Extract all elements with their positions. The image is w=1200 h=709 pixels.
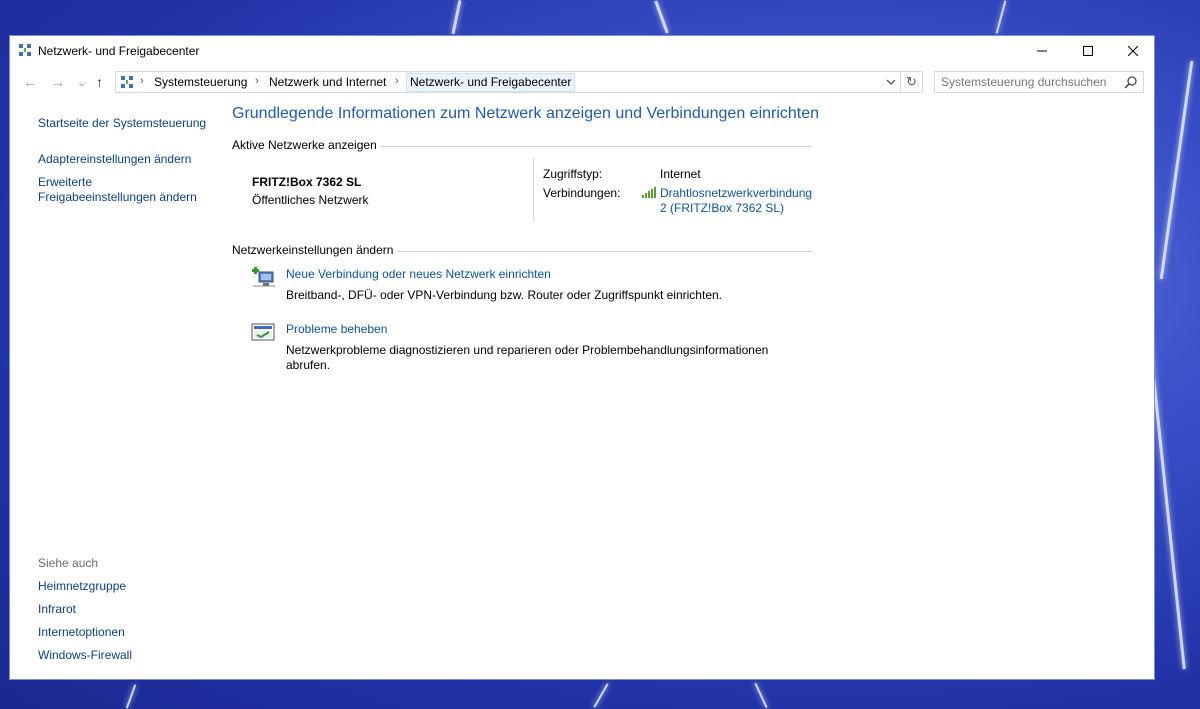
wallpaper-lightning xyxy=(125,684,137,709)
network-sharing-center-window: Netzwerk- und Freigabecenter ← → ⌄ ↑ › S… xyxy=(9,35,1155,680)
search-icon[interactable] xyxy=(1124,75,1138,89)
address-bar-row: ← → ⌄ ↑ › Systemsteuerung › Netzwerk und… xyxy=(10,68,1154,96)
new-connection-link[interactable]: Neue Verbindung oder neues Netzwerk einr… xyxy=(286,267,551,281)
breadcrumb-current[interactable]: Netzwerk- und Freigabecenter xyxy=(406,73,576,92)
control-panel-icon xyxy=(121,76,133,88)
sidebar-item-startseite[interactable]: Startseite der Systemsteuerung xyxy=(38,116,206,131)
breadcrumb-separator: › xyxy=(395,75,399,87)
network-name: FRITZ!Box 7362 SL xyxy=(252,175,362,189)
back-button[interactable]: ← xyxy=(23,74,37,90)
wallpaper-lightning xyxy=(754,682,768,709)
network-type[interactable]: Öffentliches Netzwerk xyxy=(252,193,369,207)
sidebar-item-freigabe-line2: Freigabeeinstellungen ändern xyxy=(38,190,197,204)
sidebar-item-adapter[interactable]: Adaptereinstellungen ändern xyxy=(38,152,191,167)
connections-label: Verbindungen: xyxy=(543,186,621,200)
troubleshoot-description-line1: Netzwerkprobleme diagnostizieren und rep… xyxy=(286,343,769,357)
change-settings-title: Netzwerkeinstellungen ändern xyxy=(232,243,394,257)
see-also-heimnetzgruppe[interactable]: Heimnetzgruppe xyxy=(38,579,126,594)
connection-link-line2: 2 (FRITZ!Box 7362 SL) xyxy=(660,201,785,215)
sidebar-item-freigabe[interactable]: Erweiterte Freigabeeinstellungen ändern xyxy=(38,175,197,205)
access-type-value: Internet xyxy=(660,167,701,181)
page-title: Grundlegende Informationen zum Netzwerk … xyxy=(232,105,820,122)
close-icon xyxy=(1128,46,1138,56)
forward-button[interactable]: → xyxy=(51,74,65,90)
see-also-firewall[interactable]: Windows-Firewall xyxy=(38,648,132,663)
wallpaper-lightning xyxy=(593,683,609,708)
breadcrumb-separator: › xyxy=(140,75,144,87)
search-box[interactable] xyxy=(934,71,1144,93)
divider xyxy=(397,251,812,252)
title-bar[interactable]: Netzwerk- und Freigabecenter xyxy=(10,36,1154,66)
troubleshoot-link[interactable]: Probleme beheben xyxy=(286,322,387,336)
active-networks-title: Aktive Netzwerke anzeigen xyxy=(232,138,377,152)
minimize-button[interactable] xyxy=(1019,36,1065,66)
minimize-icon xyxy=(1037,50,1047,52)
network-center-icon xyxy=(19,44,31,56)
wallpaper-lightning xyxy=(654,0,669,34)
wifi-signal-icon xyxy=(642,187,656,198)
maximize-button[interactable] xyxy=(1065,36,1111,66)
see-also-internetoptionen[interactable]: Internetoptionen xyxy=(38,625,125,640)
maximize-icon xyxy=(1083,46,1093,56)
troubleshoot-description-line2: abrufen. xyxy=(286,358,331,372)
refresh-button[interactable]: ↻ xyxy=(901,71,923,93)
window-title: Netzwerk- und Freigabecenter xyxy=(38,44,200,58)
breadcrumb-netzwerk-internet[interactable]: Netzwerk und Internet xyxy=(269,75,386,89)
troubleshoot-icon xyxy=(251,323,275,341)
wallpaper-lightning xyxy=(995,0,1007,34)
wallpaper-lightning xyxy=(1159,60,1194,280)
breadcrumb-separator: › xyxy=(255,75,259,87)
connection-link[interactable]: Drahtlosnetzwerkverbindung 2 (FRITZ!Box … xyxy=(660,186,812,216)
new-connection-icon xyxy=(252,267,275,287)
up-button[interactable]: ↑ xyxy=(96,74,103,90)
close-button[interactable] xyxy=(1110,36,1156,66)
divider xyxy=(380,146,812,147)
chevron-down-icon[interactable] xyxy=(886,78,896,86)
see-also-title: Siehe auch xyxy=(38,556,99,570)
divider xyxy=(533,158,534,222)
access-type-label: Zugriffstyp: xyxy=(543,167,603,181)
recent-locations-button[interactable]: ⌄ xyxy=(77,76,86,89)
connection-link-line1: Drahtlosnetzwerkverbindung xyxy=(660,186,813,200)
wallpaper-lightning xyxy=(451,0,462,34)
breadcrumb-systemsteuerung[interactable]: Systemsteuerung xyxy=(154,75,247,89)
see-also-infrarot[interactable]: Infrarot xyxy=(38,602,76,617)
search-input[interactable] xyxy=(941,75,1121,89)
new-connection-description: Breitband-, DFÜ- oder VPN-Verbindung bzw… xyxy=(286,288,722,302)
address-bar[interactable]: › Systemsteuerung › Netzwerk und Interne… xyxy=(115,71,901,93)
refresh-icon: ↻ xyxy=(906,74,917,89)
sidebar-item-freigabe-line1: Erweiterte xyxy=(38,175,93,189)
